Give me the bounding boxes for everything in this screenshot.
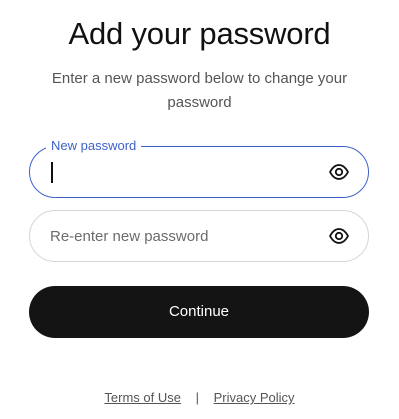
new-password-field[interactable]: New password (29, 138, 369, 198)
terms-of-use-link[interactable]: Terms of Use (104, 390, 181, 405)
reenter-password-input[interactable] (50, 211, 310, 261)
new-password-input[interactable] (50, 147, 310, 197)
continue-button[interactable]: Continue (29, 286, 369, 338)
eye-icon[interactable] (328, 226, 350, 246)
page-subtitle: Enter a new password below to change you… (51, 70, 348, 111)
footer-separator: | (195, 390, 200, 405)
reenter-password-field[interactable] (29, 210, 369, 262)
text-caret (51, 162, 53, 183)
privacy-policy-link[interactable]: Privacy Policy (214, 390, 295, 405)
eye-icon[interactable] (328, 162, 350, 182)
footer-links: Terms of Use | Privacy Policy (0, 389, 399, 407)
page-title: Add your password (68, 16, 331, 51)
